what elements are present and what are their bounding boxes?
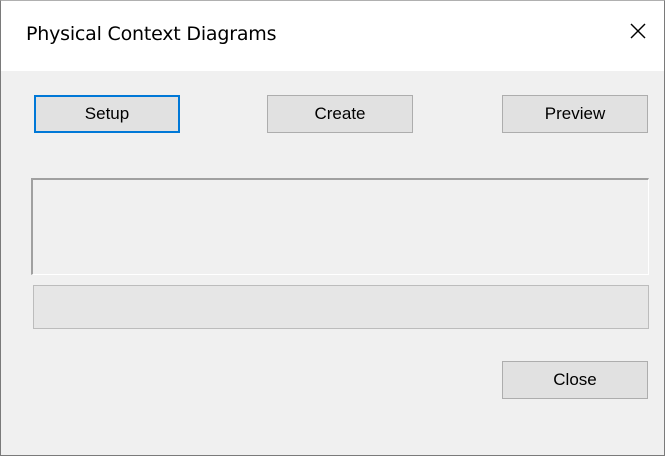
preview-button[interactable]: Preview — [502, 95, 648, 133]
create-button[interactable]: Create — [267, 95, 413, 133]
window-title: Physical Context Diagrams — [26, 23, 277, 45]
status-panel — [31, 178, 649, 275]
setup-button[interactable]: Setup — [34, 95, 180, 133]
close-button[interactable]: Close — [502, 361, 648, 399]
close-icon — [630, 23, 646, 39]
window-close-button[interactable] — [610, 1, 664, 71]
progress-bar — [33, 285, 649, 329]
title-bar: Physical Context Diagrams — [1, 1, 664, 71]
dialog-client-area: Setup Create Preview Close — [1, 71, 664, 455]
dialog-window: Physical Context Diagrams Setup Create P… — [0, 0, 665, 456]
